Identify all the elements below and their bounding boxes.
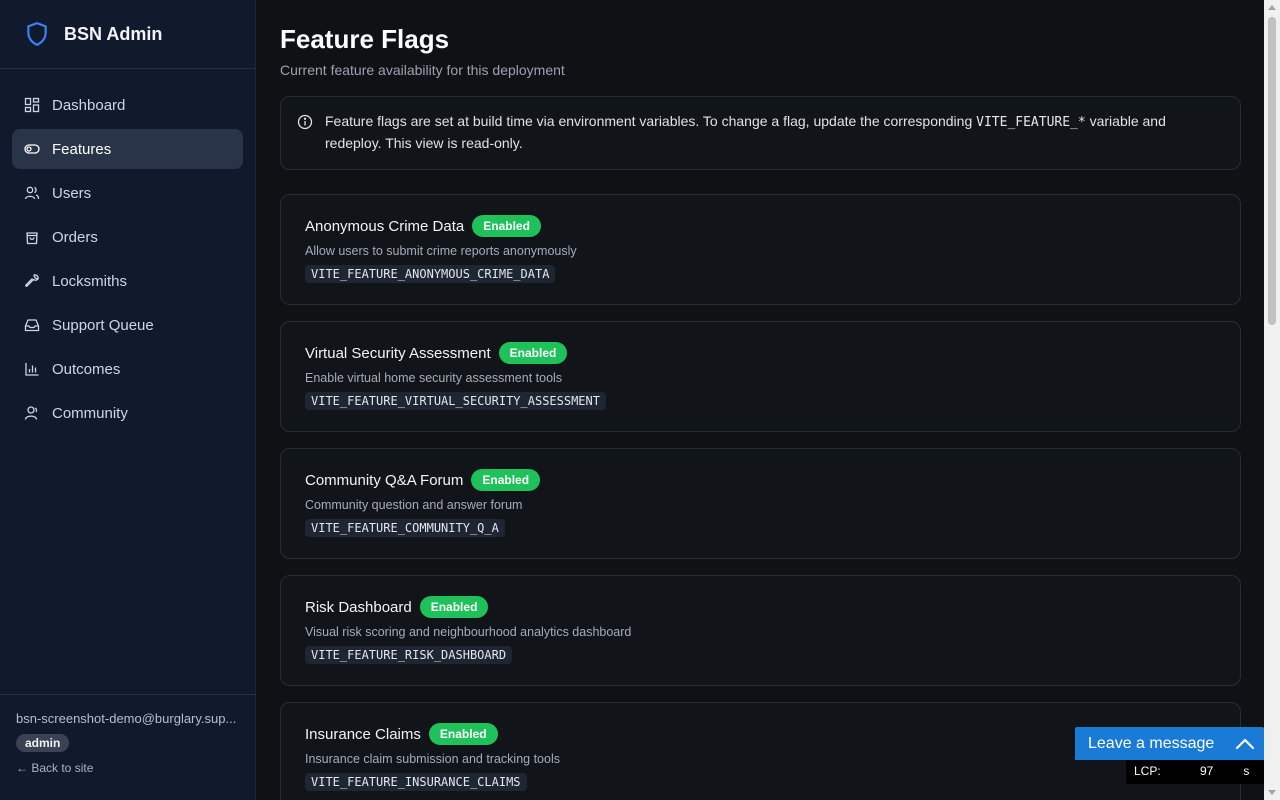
- page-title: Feature Flags: [280, 24, 450, 54]
- brand[interactable]: BSN Admin: [0, 0, 255, 69]
- sidebar: BSN Admin Dashboard Features Users Order…: [0, 0, 256, 800]
- status-badge: Enabled: [472, 215, 541, 237]
- sidebar-item-outcomes[interactable]: Outcomes: [12, 349, 243, 389]
- flag-card: Community Q&A Forum Enabled Community qu…: [280, 448, 1241, 559]
- flag-description: Visual risk scoring and neighbourhood an…: [305, 625, 632, 639]
- sidebar-item-label: Users: [52, 184, 92, 202]
- flag-name: Anonymous Crime Data: [305, 217, 465, 235]
- info-code: VITE_FEATURE_*: [976, 115, 1086, 130]
- flag-card: Anonymous Crime Data Enabled Allow users…: [280, 194, 1241, 305]
- leave-message-button[interactable]: Leave a message: [1075, 727, 1264, 760]
- sidebar-item-features[interactable]: Features: [12, 129, 243, 169]
- chat-label: Leave a message: [1088, 734, 1215, 752]
- status-badge: Enabled: [419, 596, 489, 618]
- lcp-number: 97: [1200, 764, 1214, 778]
- sidebar-item-label: Support Queue: [52, 316, 154, 334]
- sidebar-item-community[interactable]: Community: [12, 393, 243, 433]
- user-email: bsn-screenshot-demo@burglary.sup...: [16, 711, 237, 726]
- sidebar-item-label: Community: [52, 404, 128, 422]
- sidebar-item-label: Orders: [52, 228, 98, 246]
- bag-icon: [24, 229, 40, 245]
- sidebar-item-locksmiths[interactable]: Locksmiths: [12, 261, 243, 301]
- shield-icon: [27, 22, 47, 46]
- flag-description: Allow users to submit crime reports anon…: [305, 244, 577, 258]
- chevron-up-icon[interactable]: [1234, 733, 1256, 755]
- flag-name: Virtual Security Assessment: [305, 344, 491, 362]
- sidebar-item-label: Outcomes: [52, 360, 121, 378]
- lcp-label: LCP:: [1134, 764, 1161, 778]
- inbox-icon: [24, 317, 40, 333]
- page-subtitle: Current feature availability for this de…: [280, 62, 565, 78]
- bar-chart-icon: [24, 361, 40, 377]
- dashboard-icon: [24, 97, 40, 113]
- flag-env-variable: VITE_FEATURE_RISK_DASHBOARD: [305, 646, 513, 664]
- flag-description: Enable virtual home security assessment …: [305, 371, 563, 385]
- app-title: BSN Admin: [64, 23, 163, 44]
- flag-description: Community question and answer forum: [305, 498, 523, 512]
- flag-env-variable: VITE_FEATURE_COMMUNITY_Q_A: [305, 519, 505, 537]
- user-circle-icon: [24, 405, 40, 421]
- sidebar-item-users[interactable]: Users: [12, 173, 243, 213]
- vertical-scrollbar[interactable]: [1264, 0, 1280, 800]
- flag-card: Risk Dashboard Enabled Visual risk scori…: [280, 575, 1241, 686]
- flag-env-variable: VITE_FEATURE_INSURANCE_CLAIMS: [305, 773, 527, 791]
- toggle-icon: [24, 141, 40, 157]
- scroll-down-arrow-icon[interactable]: [1268, 790, 1276, 795]
- scroll-thumb[interactable]: [1268, 17, 1276, 325]
- sidebar-item-dashboard[interactable]: Dashboard: [12, 85, 243, 125]
- sidebar-item-orders[interactable]: Orders: [12, 217, 243, 257]
- status-badge: Enabled: [428, 723, 498, 745]
- sidebar-nav: Dashboard Features Users Orders Locksmit…: [0, 69, 255, 433]
- lcp-value: 97 s: [1200, 764, 1249, 778]
- sidebar-item-support-queue[interactable]: Support Queue: [12, 305, 243, 345]
- info-icon: [297, 114, 313, 130]
- role-badge: admin: [16, 734, 70, 752]
- flag-name: Community Q&A Forum: [305, 471, 464, 489]
- lcp-overlay: LCP: 97 s: [1126, 760, 1264, 784]
- flag-name: Risk Dashboard: [305, 598, 412, 616]
- flag-env-variable: VITE_FEATURE_ANONYMOUS_CRIME_DATA: [305, 265, 556, 283]
- users-icon: [24, 185, 40, 201]
- status-badge: Enabled: [471, 469, 541, 491]
- info-notice: Feature flags are set at build time via …: [280, 96, 1241, 170]
- lcp-suffix: s: [1243, 764, 1250, 778]
- flag-env-variable: VITE_FEATURE_VIRTUAL_SECURITY_ASSESSMENT: [305, 392, 606, 410]
- sidebar-item-label: Dashboard: [52, 96, 126, 114]
- info-text-before: Feature flags are set at build time via …: [325, 113, 977, 129]
- sidebar-item-label: Features: [52, 140, 112, 158]
- sidebar-item-label: Locksmiths: [52, 272, 128, 290]
- back-to-site-link[interactable]: ← Back to site: [16, 761, 240, 775]
- sidebar-footer: bsn-screenshot-demo@burglary.sup... admi…: [0, 694, 256, 800]
- wrench-icon: [24, 273, 40, 289]
- status-badge: Enabled: [498, 342, 568, 364]
- flag-card: Virtual Security Assessment Enabled Enab…: [280, 321, 1241, 432]
- feature-flags-list: Anonymous Crime Data Enabled Allow users…: [280, 194, 1241, 800]
- scroll-up-arrow-icon[interactable]: [1268, 5, 1276, 10]
- flag-name: Insurance Claims: [305, 725, 421, 743]
- main-content: Feature Flags Current feature availabili…: [256, 0, 1264, 800]
- info-text: Feature flags are set at build time via …: [325, 111, 1224, 154]
